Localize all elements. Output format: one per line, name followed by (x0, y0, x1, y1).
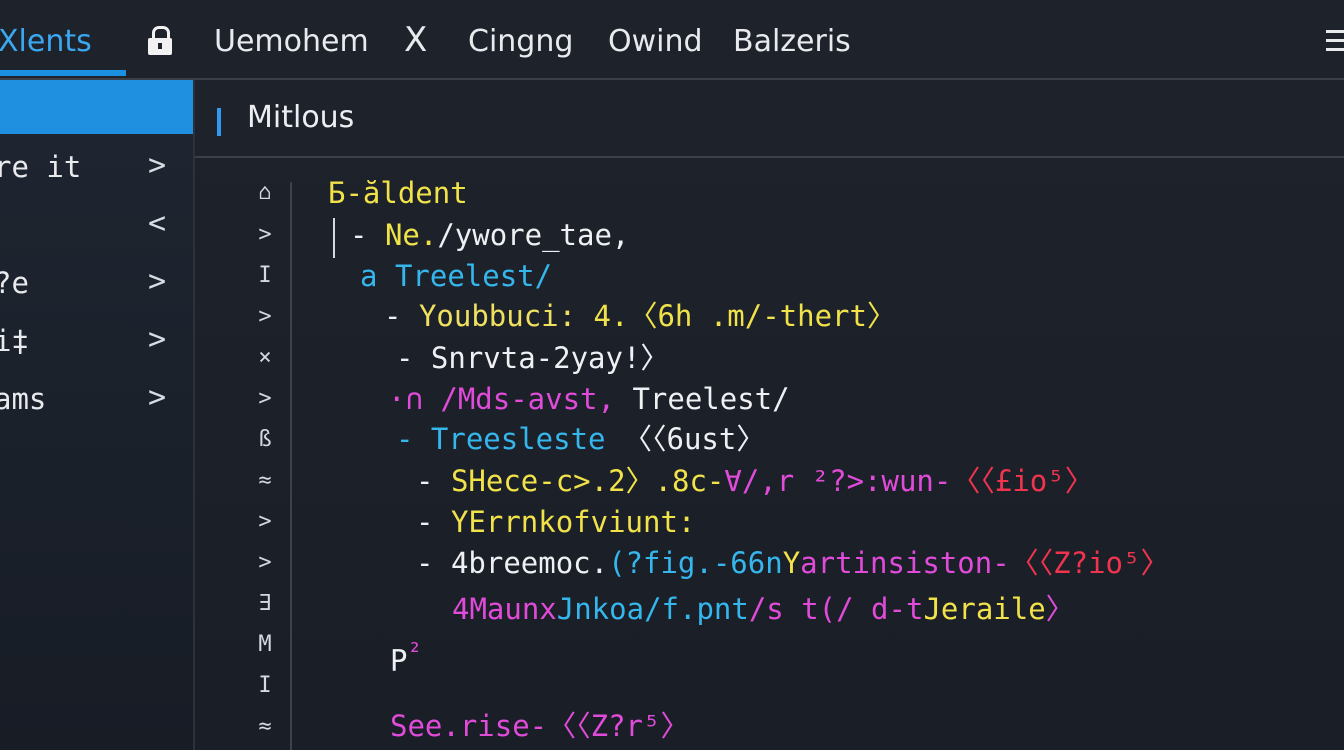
sidebar-item-label: re it (0, 150, 82, 184)
code-token: /ywore_tae, (437, 218, 630, 252)
code-token: Treelest/ (632, 382, 790, 416)
gutter-divider (290, 182, 292, 750)
code-line-6[interactable]: ·∩ /Mds-avst, Treelest/ (388, 381, 790, 417)
code-token: >:wun- (846, 464, 952, 498)
code-line-5[interactable]: - Snrvta-2yay!〉 (396, 340, 669, 376)
gutter-fold-icon[interactable]: > (248, 304, 282, 329)
code-token: Y (782, 546, 801, 580)
hamburger-menu-icon[interactable] (1326, 30, 1344, 57)
sidebar-item-label: i‡ (0, 324, 29, 358)
code-token: - (384, 299, 402, 333)
code-line-2[interactable]: - Ne./ywore_tae, (350, 217, 629, 253)
gutter-marker-icon[interactable]: M (248, 632, 282, 657)
tab-3[interactable]: Cingng (468, 22, 573, 62)
tab-4[interactable]: Owind (608, 22, 703, 62)
indent-guide (333, 218, 335, 258)
chevron-right-icon: > (148, 264, 167, 299)
code-token: - (416, 464, 434, 498)
code-token: SHece-c>.2〉.8c- (450, 464, 725, 498)
code-line-9[interactable]: - YErrnkofviunt: (416, 504, 695, 540)
code-token: 4Maunx (452, 592, 557, 626)
code-token: 〈〈Z?io⁵〉 (1009, 546, 1170, 580)
gutter-marker-icon[interactable]: ≈ (248, 714, 282, 739)
gutter-marker-icon[interactable]: ∃ (248, 591, 282, 616)
sidebar-item-5[interactable]: ams > (0, 374, 193, 424)
code-line-11[interactable]: 4MaunxJnkoa/f.pnt/s t(/ d-tJeraile〉 (452, 591, 1075, 627)
gutter-marker-icon[interactable]: I (248, 673, 282, 698)
chevron-right-icon: > (148, 322, 167, 357)
code-token: 〈〈Z?r⁵〉 (547, 709, 690, 743)
sidebar-item-2[interactable]: < (0, 200, 193, 250)
code-token: Ne. (384, 218, 438, 252)
gutter-fold-icon[interactable]: > (248, 509, 282, 534)
chevron-left-icon: < (148, 206, 167, 241)
code-token: artinsiston- (800, 546, 1010, 580)
editor-header: Mitlous (195, 80, 1344, 158)
gutter-marker-icon[interactable]: I (248, 263, 282, 288)
code-line-12[interactable]: P² (390, 634, 422, 679)
code-token: - (416, 505, 434, 539)
sidebar-item-3[interactable]: ?e > (0, 258, 193, 308)
gutter-marker-icon[interactable]: ≈ (248, 468, 282, 493)
gutter-fold-icon[interactable]: > (248, 222, 282, 247)
gutter-fold-icon[interactable]: > (248, 386, 282, 411)
sidebar: re it > < ?e > i‡ > ams > (0, 80, 195, 750)
code-token: Treelest/ (394, 259, 553, 293)
sidebar-item-label: ?e (0, 266, 29, 300)
gutter-fold-icon[interactable]: > (248, 550, 282, 575)
text-cursor-icon (217, 108, 221, 136)
lock-icon[interactable] (148, 26, 172, 56)
gutter-marker-icon[interactable]: ß (248, 427, 282, 452)
code-token: YErrnkofviunt: (450, 505, 696, 539)
code-token: ∀/,r ²? (724, 464, 847, 498)
code-token: ·∩ /Mds-avst, (388, 382, 615, 416)
code-editor-window: Xlents Uemohem X Cingng Owind Balzeris r… (0, 0, 1344, 750)
code-token: (?fig.-66n (608, 546, 783, 580)
code-token: 4.〈6h .m/-thert〉 (593, 299, 896, 333)
code-token: Jnkoa/f.pnt (556, 592, 749, 626)
tab-5[interactable]: Balzeris (733, 22, 851, 62)
code-token: 4breemoc. (450, 546, 609, 580)
tab-bar: Xlents Uemohem X Cingng Owind Balzeris (0, 0, 1344, 80)
code-token: P (390, 643, 408, 678)
close-icon[interactable]: X (404, 20, 427, 60)
code-line-3[interactable]: a Treelest/ (360, 258, 552, 294)
editor-title: Mitlous (247, 100, 355, 135)
code-token: - Treesleste (396, 422, 606, 456)
code-token: See.rise- (390, 709, 548, 743)
code-line-10[interactable]: - 4breemoc.(?fig.-66nYartinsiston-〈〈Z?io… (416, 545, 1169, 581)
chevron-right-icon: > (148, 148, 167, 183)
code-token: - (350, 218, 368, 252)
tab-2[interactable]: Uemohem (214, 22, 369, 62)
code-token: - (416, 546, 434, 580)
chevron-right-icon: > (148, 380, 167, 415)
code-token: Jeraile (923, 592, 1046, 626)
tab-active[interactable]: Xlents (0, 22, 92, 62)
active-tab-indicator (0, 70, 126, 76)
code-line-7[interactable]: - Treesleste 〈〈6ust〉 (396, 421, 765, 457)
gutter-close-icon[interactable]: × (248, 345, 282, 370)
sidebar-item-4[interactable]: i‡ > (0, 316, 193, 366)
code-token: 〈〈£io⁵〉 (951, 464, 1094, 498)
code-token: 〉 (1045, 592, 1075, 626)
code-line-1[interactable]: Б-ăldent (328, 175, 468, 211)
sidebar-item-selected[interactable] (0, 80, 193, 134)
gutter-home-icon[interactable]: ⌂ (248, 180, 282, 205)
code-token: /s t(/ d-t (748, 592, 924, 626)
code-line-4[interactable]: - Youbbuci: 4.〈6h .m/-thert〉 (384, 298, 896, 334)
sidebar-item-1[interactable]: re it > (0, 142, 193, 192)
code-token: ² (407, 638, 422, 666)
code-token: Youbbuci: (418, 299, 577, 333)
code-line-8[interactable]: - SHece-c>.2〉.8c-∀/,r ²?>:wun-〈〈£io⁵〉 (416, 463, 1094, 499)
code-line-13[interactable]: See.rise-〈〈Z?r⁵〉 (390, 708, 689, 744)
code-token: a (360, 259, 378, 293)
sidebar-item-label: ams (0, 382, 47, 416)
code-token: 〈〈6ust〉 (622, 422, 766, 456)
